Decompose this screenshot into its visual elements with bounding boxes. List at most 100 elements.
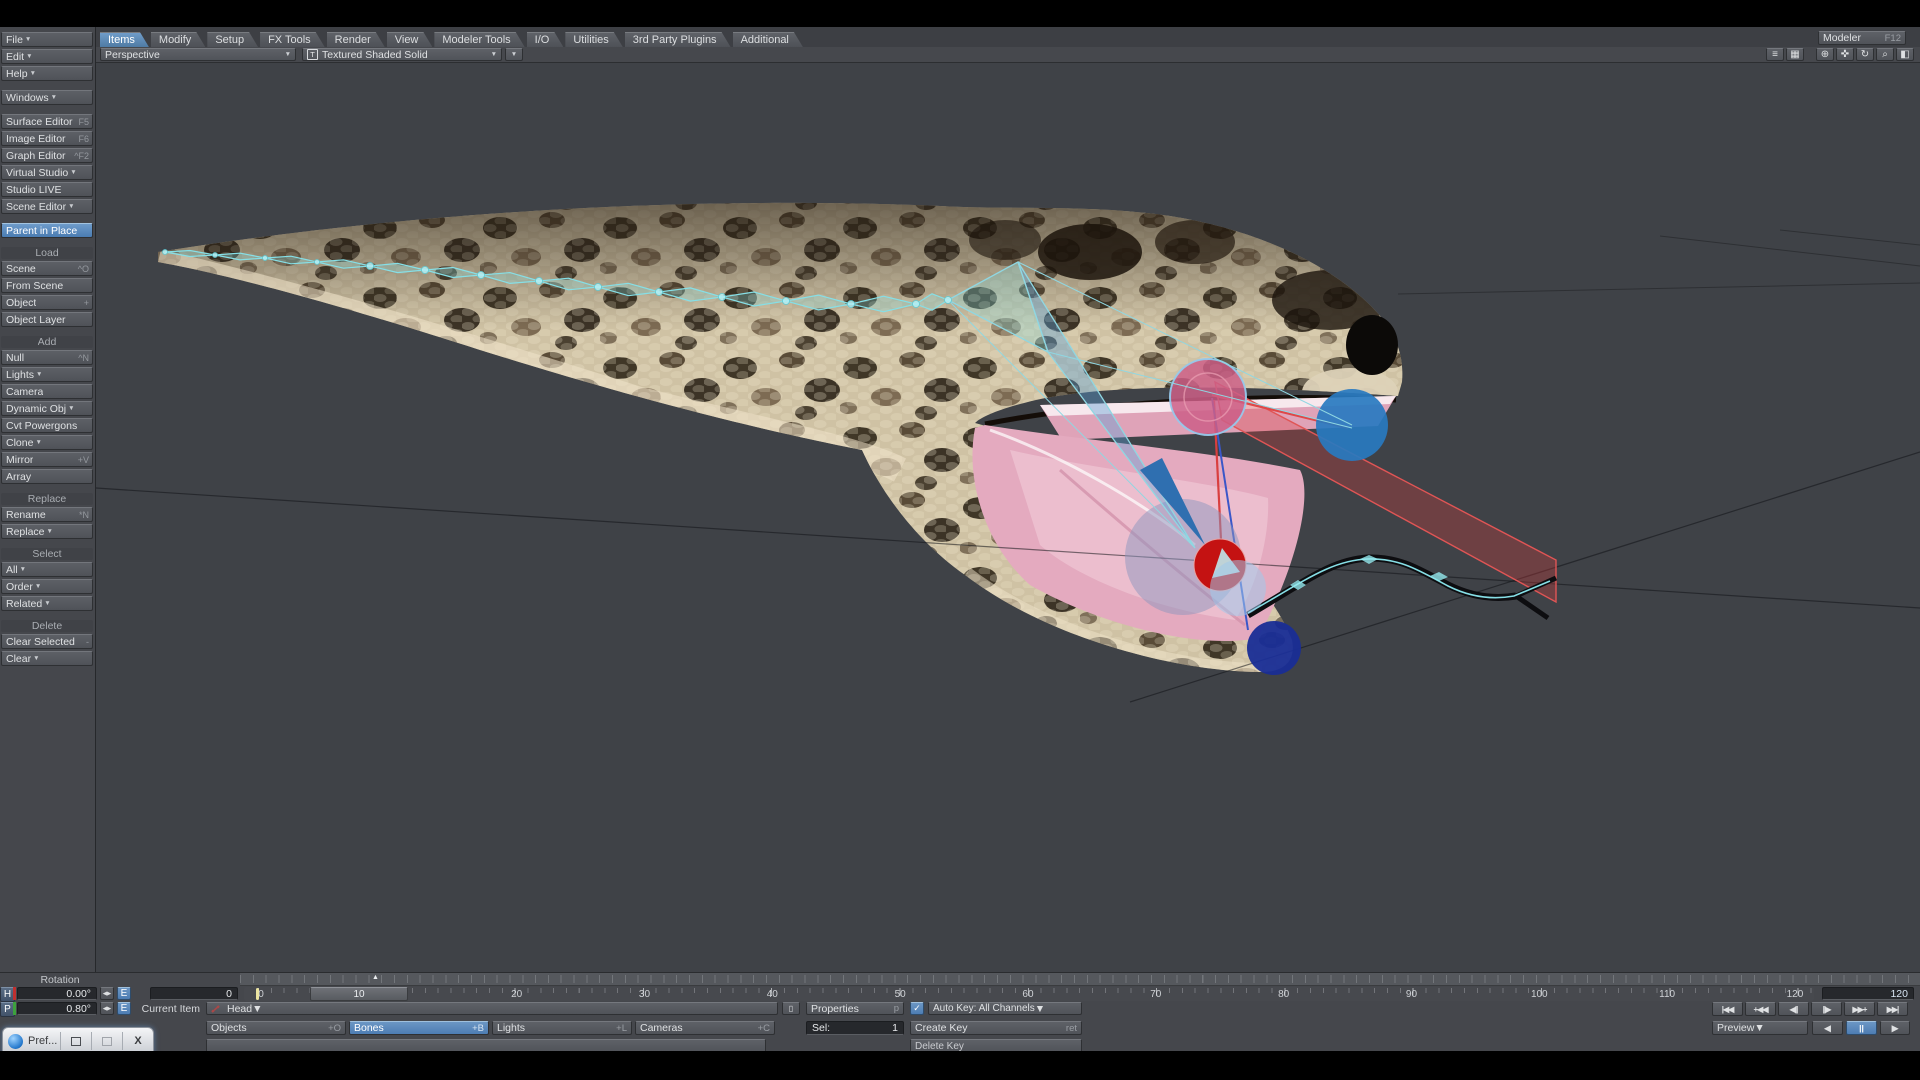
end-frame-field[interactable]: 120 — [1822, 987, 1914, 1000]
current-frame-marker[interactable] — [256, 988, 259, 1000]
close-window-button[interactable]: X — [122, 1032, 153, 1050]
sidebar-item[interactable]: Cvt Powergons — [1, 418, 93, 433]
sidebar-item[interactable]: Help ▼ — [1, 66, 93, 81]
current-item-dropdown[interactable]: Head ▼ — [206, 1002, 778, 1015]
item-picker-button[interactable]: ▯ — [782, 1002, 800, 1015]
sidebar-item[interactable]: Studio LIVE — [1, 182, 93, 197]
sidebar-item[interactable]: Lights ▼ — [1, 367, 93, 382]
sidebar-item[interactable]: Add — [1, 336, 93, 348]
sidebar-item[interactable]: Camera — [1, 384, 93, 399]
sidebar-item[interactable]: Parent in Place — [1, 223, 93, 238]
sidebar-item[interactable]: Dynamic Obj ▼ — [1, 401, 93, 416]
item-type-button[interactable]: Objects +O — [206, 1021, 346, 1035]
step-back-button[interactable]: ◀|| — [1778, 1002, 1809, 1016]
menu-tab[interactable]: Items — [100, 32, 149, 47]
pitch-value-field[interactable]: 0.80° — [17, 1002, 97, 1015]
sidebar-item[interactable]: Scene Editor ▼ — [1, 199, 93, 214]
menu-tab[interactable]: Modify — [151, 32, 205, 47]
view-mode-dropdown[interactable]: Perspective ▼ — [100, 48, 296, 61]
sidebar-item[interactable]: Graph Editor ^F2 — [1, 148, 93, 163]
sidebar-item[interactable]: Delete — [1, 620, 93, 632]
viewport-options-dropdown[interactable]: ▼ — [505, 48, 523, 61]
play-button[interactable]: ▶ — [1880, 1021, 1910, 1035]
list-icon[interactable]: ≡ — [1766, 48, 1784, 61]
sidebar-item[interactable]: Edit ▼ — [1, 49, 93, 64]
menu-tab[interactable]: FX Tools — [260, 32, 325, 47]
menu-tab[interactable]: Setup — [207, 32, 258, 47]
modeler-button[interactable]: Modeler F12 — [1818, 31, 1906, 45]
maximize-view-icon[interactable]: ◧ — [1896, 48, 1914, 61]
step-forward-button[interactable]: ||▶ — [1811, 1002, 1842, 1016]
pitch-stepper[interactable]: ◀▶ — [100, 1002, 114, 1015]
menu-tab[interactable]: Additional — [733, 32, 803, 47]
pitch-envelope-button[interactable]: E — [117, 1002, 131, 1015]
joint-circle-rose[interactable] — [1169, 358, 1247, 436]
sidebar-item[interactable]: Scene ^O — [1, 261, 93, 276]
sidebar-item[interactable]: Replace — [1, 493, 93, 505]
go-to-end-button[interactable]: ▶▶| — [1877, 1002, 1908, 1016]
item-type-button[interactable]: Lights +L — [492, 1021, 632, 1035]
heading-envelope-button[interactable]: E — [117, 987, 131, 1000]
menu-tab[interactable]: Modeler Tools — [434, 32, 524, 47]
sidebar-item[interactable]: Clear Selected - — [1, 634, 93, 649]
snapshot-icon[interactable]: ▦ — [1786, 48, 1804, 61]
sidebar-item[interactable]: Null ^N — [1, 350, 93, 365]
sidebar-item[interactable]: Array — [1, 469, 93, 484]
preview-dropdown[interactable]: Preview ▼ — [1712, 1021, 1808, 1035]
timeline-ruler[interactable]: 0 10 20 30 40 50 60 70 80 90 100 110 120 10 — [244, 987, 1814, 1001]
clipped-delete-key-button[interactable]: Delete Key — [910, 1039, 1082, 1051]
previous-key-button[interactable]: +◀◀ — [1745, 1002, 1776, 1016]
menu-tab[interactable]: Render — [327, 32, 385, 47]
next-key-button[interactable]: ▶▶+ — [1844, 1002, 1875, 1016]
perspective-viewport[interactable] — [96, 62, 1920, 972]
sidebar-item[interactable] — [0, 216, 95, 223]
menu-tab[interactable]: 3rd Party Plugins — [625, 32, 731, 47]
sidebar-item[interactable]: Related ▼ — [1, 596, 93, 611]
auto-key-checkbox[interactable]: ✓ — [910, 1002, 924, 1015]
sidebar-item[interactable]: Clone ▼ — [1, 435, 93, 450]
sidebar-item[interactable]: All ▼ — [1, 562, 93, 577]
frame-slider-handle[interactable]: 10 — [310, 987, 408, 1001]
sidebar-item[interactable]: File ▼ — [1, 32, 93, 47]
sidebar-item[interactable]: Virtual Studio ▼ — [1, 165, 93, 180]
sidebar-item[interactable]: From Scene — [1, 278, 93, 293]
item-type-button[interactable]: Cameras +C — [635, 1021, 775, 1035]
rotate-view-icon[interactable]: ↻ — [1856, 48, 1874, 61]
sidebar-item[interactable] — [0, 240, 95, 247]
clipped-button-left[interactable] — [206, 1039, 766, 1051]
joint-circle-navy[interactable] — [1247, 621, 1301, 675]
sidebar-item[interactable]: Clear ▼ — [1, 651, 93, 666]
zoom-view-icon[interactable]: ⌕ — [1876, 48, 1894, 61]
menu-tab[interactable]: View — [387, 32, 433, 47]
sidebar-item[interactable] — [0, 613, 95, 620]
auto-key-dropdown[interactable]: Auto Key: All Channels ▼ — [928, 1002, 1082, 1015]
restore-window-button[interactable] — [60, 1032, 91, 1050]
sidebar-item[interactable]: Surface Editor F5 — [1, 114, 93, 129]
sidebar-item[interactable]: Windows ▼ — [1, 90, 93, 105]
dope-track[interactable]: ▲ — [240, 973, 1920, 986]
maximize-window-button[interactable] — [91, 1032, 122, 1050]
joint-circle-lightblue[interactable] — [1210, 560, 1266, 616]
create-key-button[interactable]: Create Key ret — [910, 1021, 1082, 1035]
center-view-icon[interactable]: ⊕ — [1816, 48, 1834, 61]
go-to-start-button[interactable]: |◀◀ — [1712, 1002, 1743, 1016]
start-frame-field[interactable]: 0 — [150, 987, 238, 1000]
pan-view-icon[interactable]: ✜ — [1836, 48, 1854, 61]
properties-button[interactable]: Properties p — [806, 1002, 904, 1015]
sidebar-item[interactable] — [0, 107, 95, 114]
sidebar-item[interactable]: Order ▼ — [1, 579, 93, 594]
heading-stepper[interactable]: ◀▶ — [100, 987, 114, 1000]
sidebar-item[interactable]: Rename *N — [1, 507, 93, 522]
play-reverse-button[interactable]: ◀ — [1812, 1021, 1843, 1035]
sidebar-item[interactable] — [0, 329, 95, 336]
sidebar-item[interactable]: Load — [1, 247, 93, 259]
sidebar-item[interactable]: Mirror +V — [1, 452, 93, 467]
sidebar-item[interactable] — [0, 486, 95, 493]
sidebar-item[interactable]: Object Layer — [1, 312, 93, 327]
heading-value-field[interactable]: 0.00° — [17, 987, 97, 1000]
pause-button[interactable]: || — [1846, 1021, 1877, 1035]
sidebar-item[interactable] — [0, 83, 95, 90]
menu-tab[interactable]: I/O — [527, 32, 564, 47]
sidebar-item[interactable]: Replace ▼ — [1, 524, 93, 539]
sidebar-item[interactable]: Image Editor F6 — [1, 131, 93, 146]
